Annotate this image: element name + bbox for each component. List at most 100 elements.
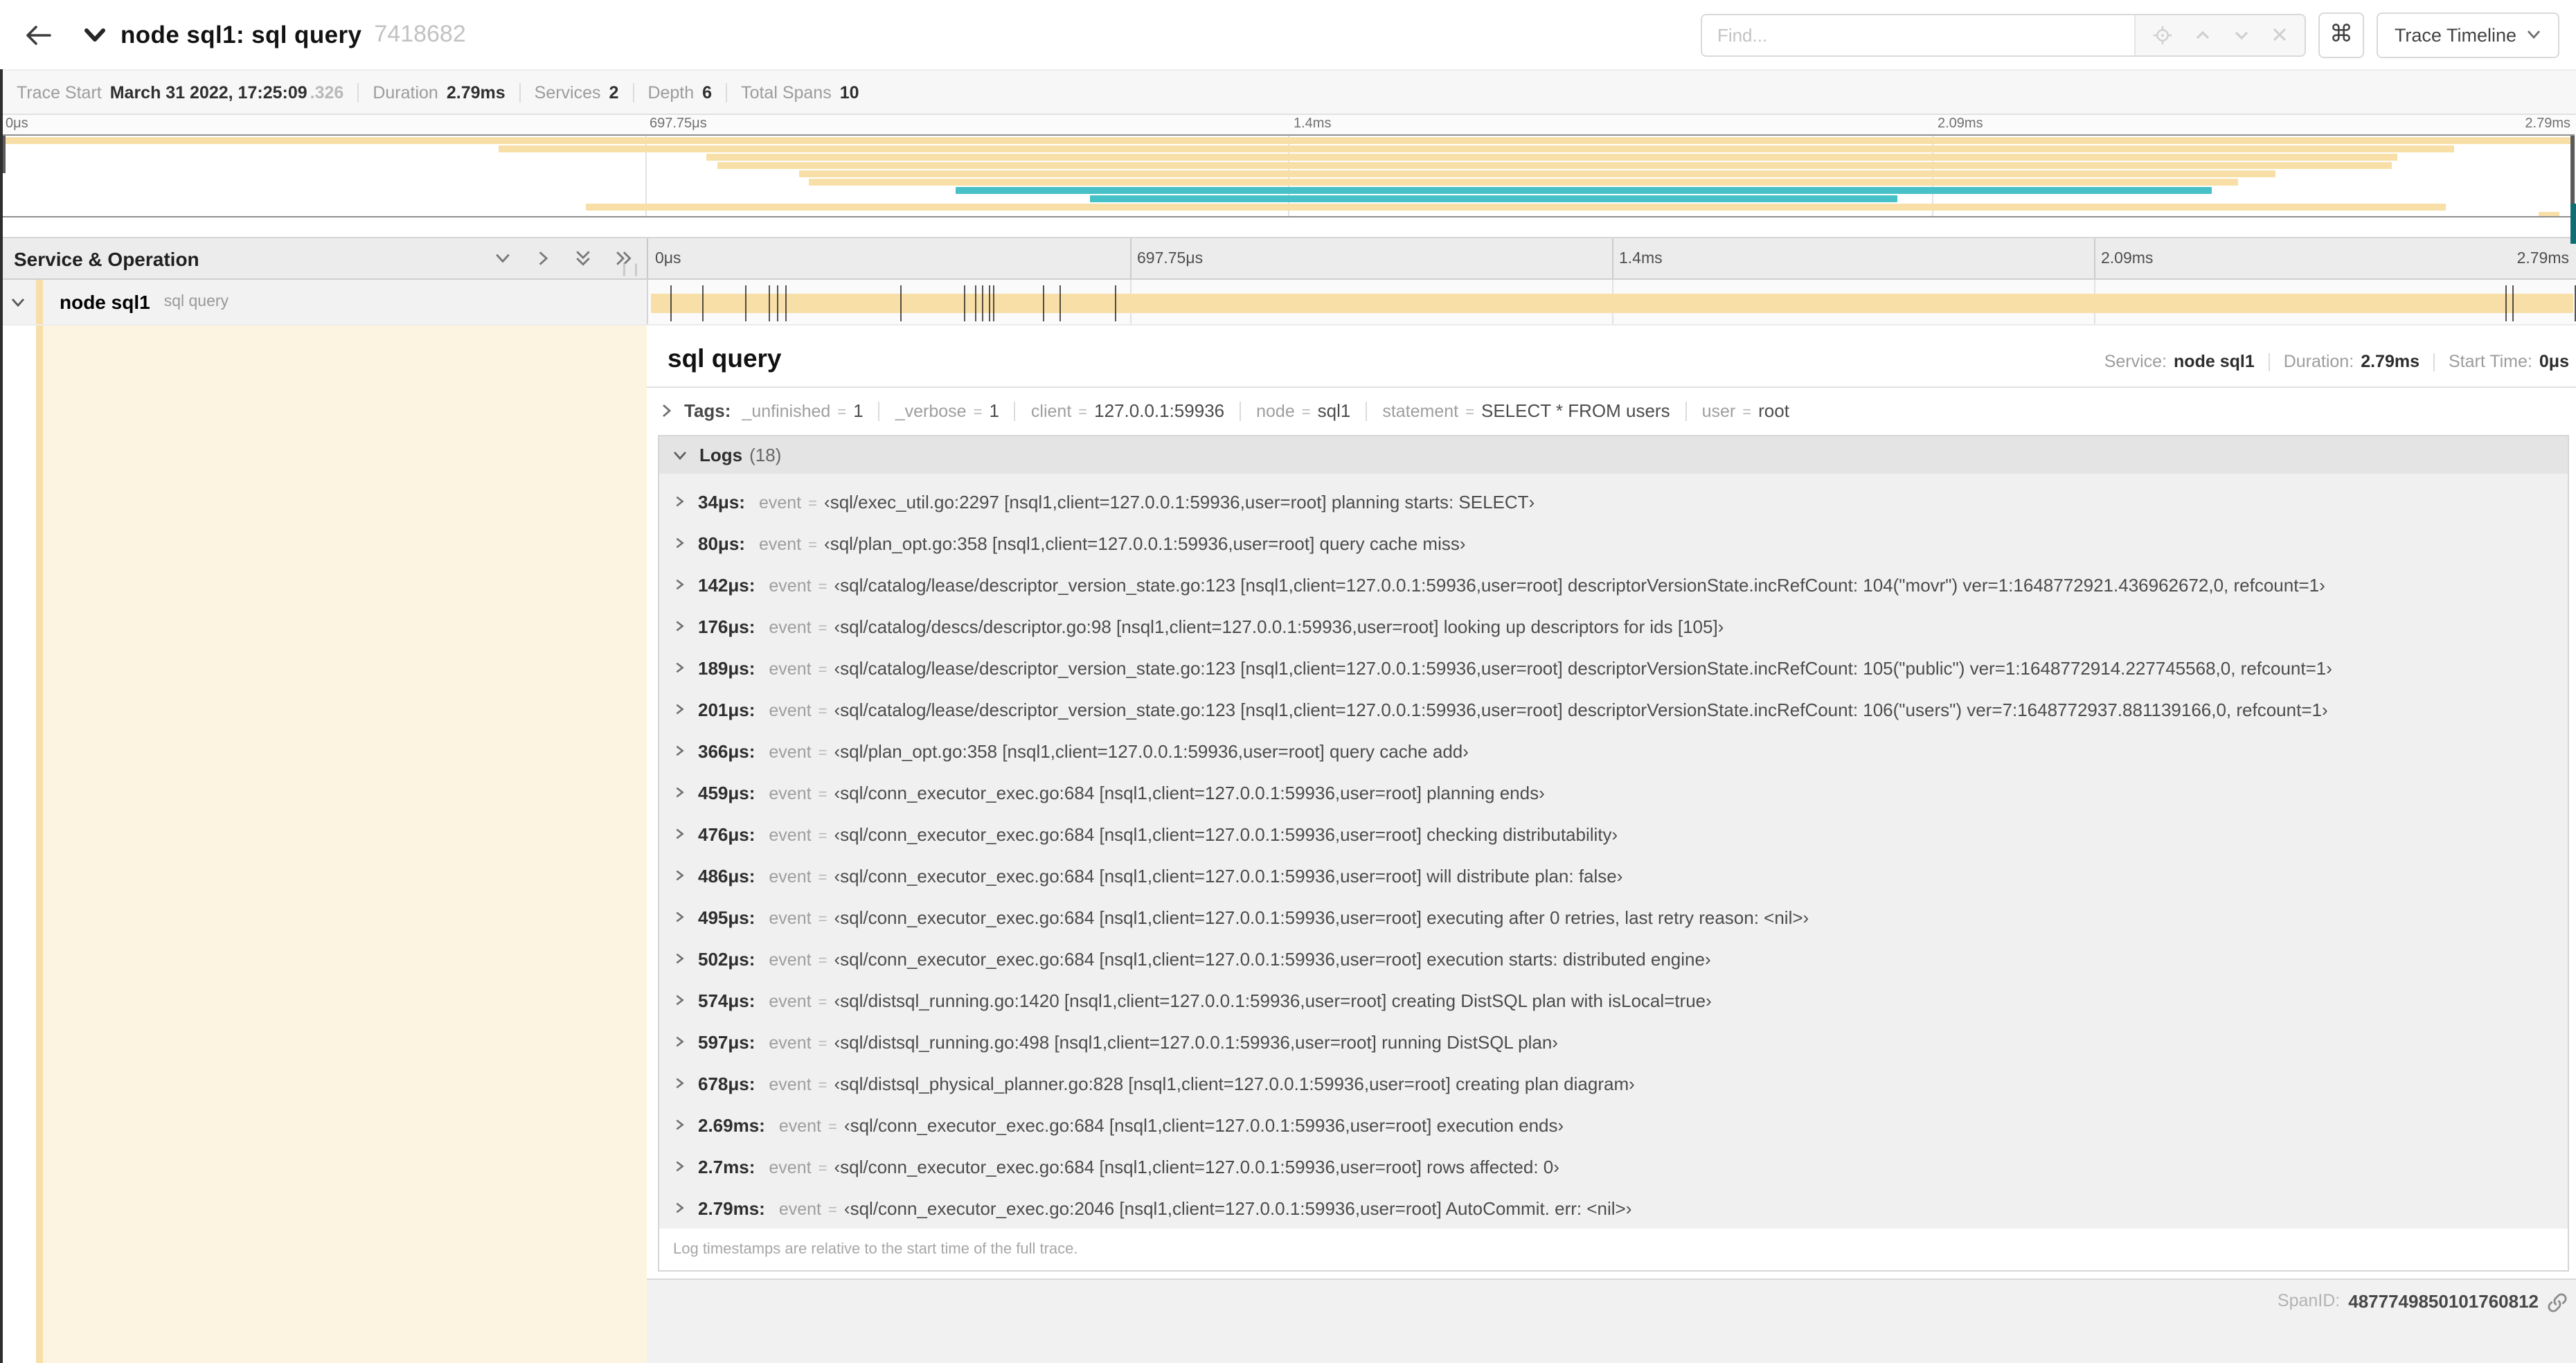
tags-accordian[interactable]: Tags: _unfinished = 1 _verbose = 1 client = 127.… xyxy=(647,388,2576,434)
equals-sign: = xyxy=(818,620,828,636)
detail-meta-value: 2.79ms xyxy=(2361,352,2420,371)
chevron-right-icon xyxy=(672,701,687,718)
equals-sign: = xyxy=(818,994,828,1010)
logs-header[interactable]: Logs (18) xyxy=(659,436,2568,474)
equals-sign: = xyxy=(837,404,847,421)
log-field-value: ‹sql/conn_executor_exec.go:684 [nsql1,cl… xyxy=(834,823,1618,844)
detail-left-gutter xyxy=(0,326,647,1363)
span-detail-panel: sql query Service: node sql1 Duration: 2.79… xyxy=(647,326,2576,1363)
trace-meta-label: Trace Start xyxy=(17,82,102,102)
log-field-value: ‹sql/catalog/lease/descriptor_version_st… xyxy=(834,574,2325,595)
trace-meta-value: 10 xyxy=(839,82,859,102)
log-field-value: ‹sql/conn_executor_exec.go:684 [nsql1,cl… xyxy=(834,948,1711,969)
log-event-tick xyxy=(785,285,787,321)
minimap-span-bar xyxy=(1089,195,1898,202)
trace-meta-value: 6 xyxy=(702,82,713,102)
log-field-value: ‹sql/exec_util.go:2297 [nsql1,client=127… xyxy=(824,491,1535,512)
span-duration-bar[interactable] xyxy=(651,293,2573,312)
log-entry-row[interactable]: 502μs: event = ‹sql/conn_executor_exec.go:6… xyxy=(659,938,2568,979)
detail-meta-item: Start Time: 0μs xyxy=(2449,352,2569,371)
log-entry-row[interactable]: 142μs: event = ‹sql/catalog/lease/descripto… xyxy=(659,564,2568,605)
detail-meta-value: 0μs xyxy=(2539,352,2569,371)
log-timestamp: 80μs: xyxy=(698,533,745,553)
next-match-icon[interactable] xyxy=(2233,26,2251,44)
minimap-time-label: 2.79ms xyxy=(2525,116,2570,132)
log-entry-row[interactable]: 2.69ms: event = ‹sql/conn_executor_exec.go:… xyxy=(659,1104,2568,1146)
collapse-one-icon[interactable] xyxy=(493,248,512,269)
chevron-right-icon xyxy=(672,826,687,842)
log-timestamp: 189μs: xyxy=(698,657,755,678)
log-event-tick xyxy=(777,285,779,321)
focus-match-icon[interactable] xyxy=(2152,24,2173,45)
clear-search-icon[interactable] xyxy=(2271,26,2288,43)
divider xyxy=(878,401,880,420)
log-entry-row[interactable]: 495μs: event = ‹sql/conn_executor_exec.go:6… xyxy=(659,896,2568,938)
ruler-time-label: 0μs xyxy=(655,250,681,267)
expand-one-icon[interactable] xyxy=(533,248,553,269)
log-entry-row[interactable]: 189μs: event = ‹sql/catalog/lease/descripto… xyxy=(659,647,2568,688)
log-entry-row[interactable]: 486μs: event = ‹sql/conn_executor_exec.go:6… xyxy=(659,855,2568,896)
log-entry-row[interactable]: 366μs: event = ‹sql/plan_opt.go:358 [nsql1,… xyxy=(659,730,2568,772)
prev-match-icon[interactable] xyxy=(2194,26,2212,44)
log-entry-row[interactable]: 678μs: event = ‹sql/distsql_physical_planne… xyxy=(659,1062,2568,1104)
minimap-canvas[interactable] xyxy=(1,134,2575,217)
equals-sign: = xyxy=(818,911,828,927)
collapse-all-icon[interactable] xyxy=(573,248,593,269)
minimap-span-bar xyxy=(809,178,2238,186)
find-input[interactable] xyxy=(1701,15,2134,55)
view-selector-button[interactable]: Trace Timeline xyxy=(2376,12,2559,57)
log-entry-row[interactable]: 201μs: event = ‹sql/catalog/lease/descripto… xyxy=(659,688,2568,730)
log-field-key: event xyxy=(758,534,802,553)
detail-meta-value: node sql1 xyxy=(2174,352,2255,371)
log-entry-row[interactable]: 476μs: event = ‹sql/conn_executor_exec.go:6… xyxy=(659,813,2568,855)
span-timeline-track[interactable] xyxy=(647,280,2576,324)
log-event-tick xyxy=(2512,285,2514,321)
find-actions xyxy=(2134,15,2305,55)
chevron-right-icon xyxy=(658,402,674,420)
back-button[interactable] xyxy=(14,11,61,58)
chevron-right-icon xyxy=(672,950,687,967)
tag-key: _verbose xyxy=(895,402,967,421)
tag-value: sql1 xyxy=(1317,400,1351,421)
tag-item: node = sql1 xyxy=(1256,400,1350,421)
log-entry-row[interactable]: 597μs: event = ‹sql/distsql_running.go:498 … xyxy=(659,1021,2568,1062)
deep-link-icon[interactable] xyxy=(2547,1292,2568,1313)
log-timestamp: 366μs: xyxy=(698,740,755,761)
log-field-value: ‹sql/conn_executor_exec.go:2046 [nsql1,c… xyxy=(843,1197,1632,1218)
log-entry-row[interactable]: 459μs: event = ‹sql/conn_executor_exec.go:6… xyxy=(659,772,2568,813)
divider xyxy=(357,82,359,102)
chevron-down-icon[interactable] xyxy=(0,294,36,310)
equals-sign: = xyxy=(1301,404,1311,421)
chevron-down-icon xyxy=(83,25,107,44)
collapse-trace-button[interactable] xyxy=(83,25,107,44)
log-entry-row[interactable]: 2.79ms: event = ‹sql/conn_executor_exec.go:… xyxy=(659,1187,2568,1229)
span-service-name[interactable]: node sql1 xyxy=(60,291,150,313)
detail-meta-label: Start Time: xyxy=(2449,352,2532,371)
chevron-right-icon xyxy=(672,784,687,801)
column-resizer-grip[interactable]: ❙❙ xyxy=(619,262,643,277)
log-field-key: event xyxy=(769,991,812,1010)
log-timestamp: 597μs: xyxy=(698,1031,755,1052)
trace-id: 7418682 xyxy=(374,21,466,47)
equals-sign: = xyxy=(1465,404,1474,421)
log-entry-row[interactable]: 2.7ms: event = ‹sql/conn_executor_exec.go:6… xyxy=(659,1146,2568,1187)
log-entry-row[interactable]: 34μs: event = ‹sql/exec_util.go:2297 [nsql1… xyxy=(659,481,2568,522)
log-field-key: event xyxy=(769,700,812,720)
log-entry-row[interactable]: 176μs: event = ‹sql/catalog/descs/descripto… xyxy=(659,605,2568,647)
find-group xyxy=(1700,13,2306,56)
minimap-span-bar xyxy=(2538,211,2559,216)
span-name-cell[interactable]: node sql1 sql query xyxy=(0,280,647,324)
ruler-gridline xyxy=(2094,238,2095,278)
command-icon: ⌘ xyxy=(2329,21,2353,48)
log-field-value: ‹sql/conn_executor_exec.go:684 [nsql1,cl… xyxy=(834,1156,1559,1177)
equals-sign: = xyxy=(818,745,828,761)
log-entry-row[interactable]: 80μs: event = ‹sql/plan_opt.go:358 [nsql1,c… xyxy=(659,522,2568,564)
detail-row-tint xyxy=(43,326,647,1363)
section-gap xyxy=(0,217,2576,237)
trace-meta-item: Total Spans 10 xyxy=(741,82,859,102)
keyboard-shortcuts-button[interactable]: ⌘ xyxy=(2318,12,2364,57)
equals-sign: = xyxy=(828,1119,837,1135)
log-entry-row[interactable]: 574μs: event = ‹sql/distsql_running.go:1420… xyxy=(659,979,2568,1021)
log-field-key: event xyxy=(769,742,812,761)
equals-sign: = xyxy=(808,495,818,512)
